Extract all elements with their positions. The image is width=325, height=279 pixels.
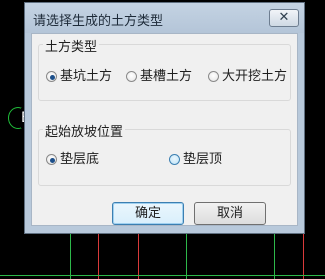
radio-selected-dot <box>50 158 55 163</box>
radio-foundation-pit-button[interactable] <box>46 71 57 82</box>
radio-foundation-pit[interactable]: 基坑土方 <box>46 69 124 85</box>
radio-open-excavation-label: 大开挖土方 <box>222 69 288 84</box>
radio-cushion-bottom[interactable]: 垫层底 <box>46 152 116 168</box>
canvas-line-green-vertical <box>70 234 71 279</box>
canvas-line-red-vertical <box>98 234 99 279</box>
dialog-titlebar[interactable]: 请选择生成的土方类型 ✕ <box>25 3 304 33</box>
canvas-line-green-vertical <box>186 234 187 279</box>
dialog-title: 请选择生成的土方类型 <box>33 14 164 29</box>
radio-cushion-bottom-button[interactable] <box>46 154 57 165</box>
close-button[interactable]: ✕ <box>269 9 299 27</box>
canvas-line-green-vertical <box>274 234 275 279</box>
radio-foundation-trench-label: 基槽土方 <box>140 69 193 84</box>
earthwork-type-dialog: 请选择生成的土方类型 ✕ 土方类型 基坑土方 基槽土方 大开挖土方 起始放坡位置… <box>24 2 305 234</box>
radio-selected-dot <box>50 75 55 80</box>
slope-start-group: 起始放坡位置 垫层底 垫层顶 <box>38 121 291 186</box>
radio-cushion-top-button[interactable] <box>169 154 180 165</box>
radio-foundation-trench[interactable]: 基槽土方 <box>126 69 204 85</box>
earthwork-type-group-title: 土方类型 <box>43 36 100 55</box>
canvas-line-green-horizontal <box>0 275 325 276</box>
canvas-line-red-vertical <box>138 234 139 279</box>
radio-cushion-top[interactable]: 垫层顶 <box>169 152 239 168</box>
radio-foundation-pit-label: 基坑土方 <box>60 69 113 84</box>
ok-button-label: 确定 <box>134 206 161 221</box>
ok-button[interactable]: 确定 <box>112 202 184 225</box>
radio-cushion-top-label: 垫层顶 <box>183 152 223 167</box>
radio-foundation-trench-button[interactable] <box>126 71 137 82</box>
radio-open-excavation[interactable]: 大开挖土方 <box>208 69 288 85</box>
dialog-body: 土方类型 基坑土方 基槽土方 大开挖土方 起始放坡位置 垫层底 垫层顶 确定 取… <box>31 33 298 226</box>
cancel-button[interactable]: 取消 <box>194 202 266 225</box>
close-icon: ✕ <box>278 10 290 25</box>
radio-cushion-bottom-label: 垫层底 <box>60 152 100 167</box>
radio-open-excavation-button[interactable] <box>208 71 219 82</box>
earthwork-type-group: 土方类型 基坑土方 基槽土方 大开挖土方 <box>38 36 291 101</box>
cancel-button-label: 取消 <box>216 206 243 221</box>
slope-start-group-title: 起始放坡位置 <box>43 121 126 140</box>
cad-canvas[interactable]: E 请选择生成的土方类型 ✕ 土方类型 基坑土方 基槽土方 <box>0 0 325 279</box>
